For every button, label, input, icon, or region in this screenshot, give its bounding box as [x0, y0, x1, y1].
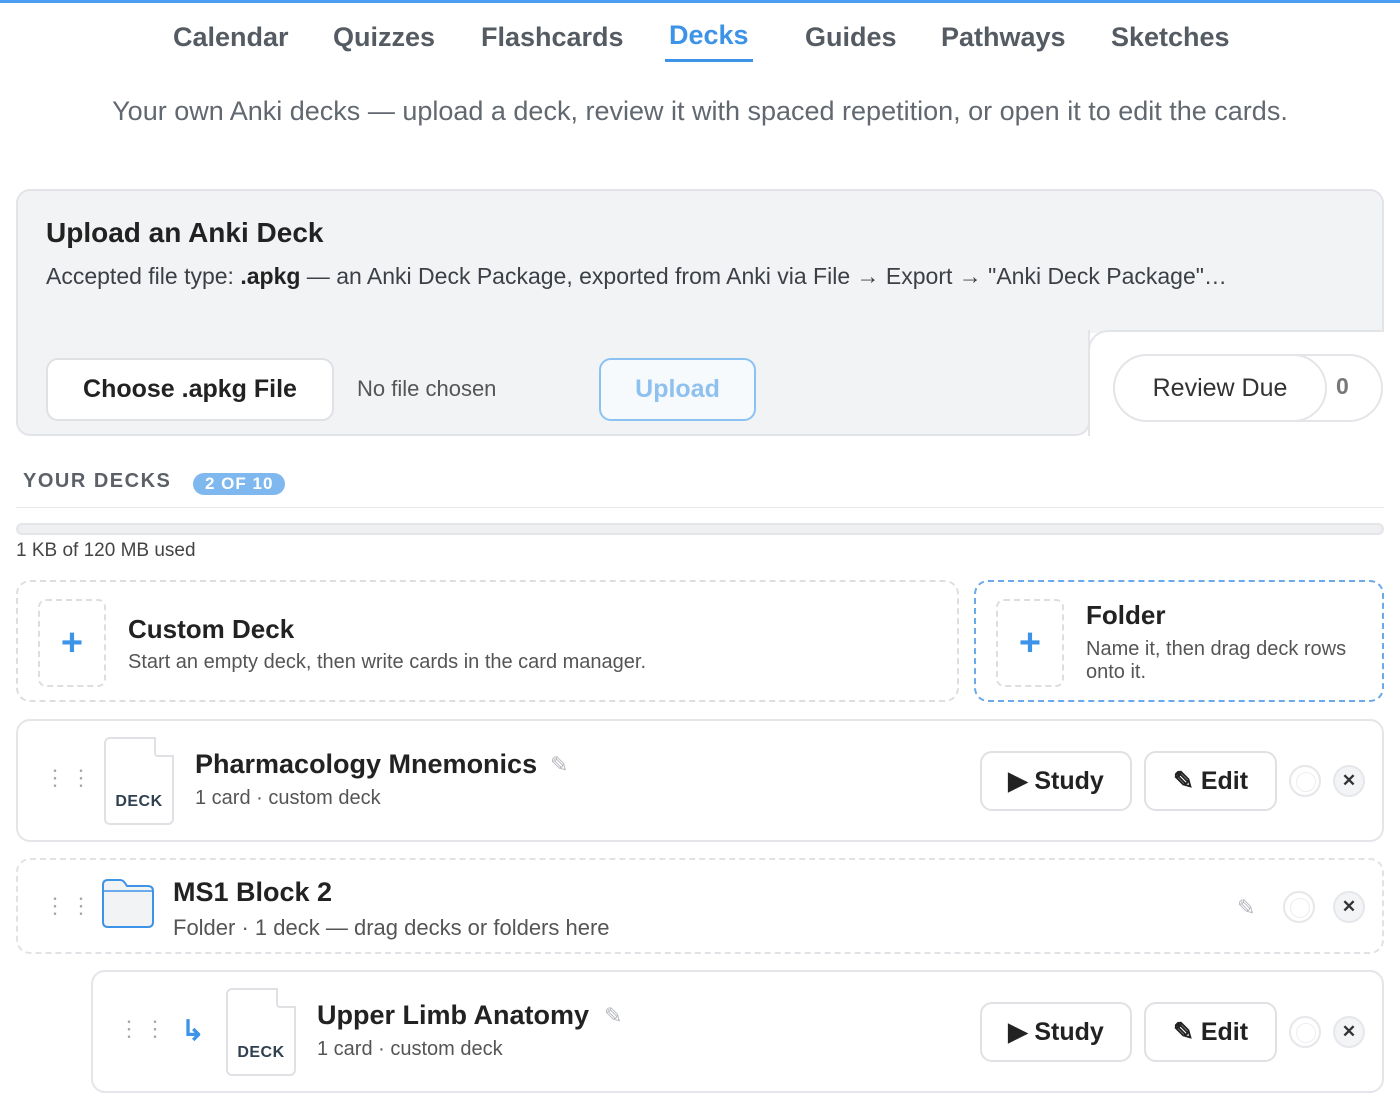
- delete-close-icon[interactable]: ✕: [1333, 1016, 1365, 1048]
- folder-title: MS1 Block 2: [173, 877, 333, 907]
- upload-description: Accepted file type: .apkg — an Anki Deck…: [46, 263, 1227, 290]
- top-accent-bar: [0, 0, 1400, 3]
- deck-icon-label: DECK: [237, 1044, 285, 1061]
- tab-flashcards[interactable]: Flashcards: [481, 22, 624, 61]
- decks-heading: YOUR DECKS: [23, 470, 172, 492]
- tab-calendar[interactable]: Calendar: [173, 22, 289, 61]
- custom-deck-description: Start an empty deck, then write cards in…: [128, 651, 647, 673]
- review-due-count: 0: [1336, 373, 1349, 399]
- deck-meta: 1 card · custom deck: [195, 787, 381, 809]
- choose-file-button[interactable]: Choose .apkg File: [46, 358, 334, 421]
- decks-count-badge: 2 OF 10: [193, 473, 286, 495]
- delete-close-icon[interactable]: ✕: [1333, 891, 1365, 923]
- deck-icon-label: DECK: [115, 793, 163, 810]
- storage-usage-text: 1 KB of 120 MB used: [16, 540, 196, 561]
- review-due-label[interactable]: Review Due: [1113, 354, 1327, 422]
- file-status: No file chosen: [357, 376, 497, 401]
- deck-file-icon: DECK: [226, 987, 297, 1076]
- folder-card-title: Folder: [1086, 600, 1166, 630]
- rename-pencil-icon[interactable]: ✎: [604, 1003, 622, 1029]
- tab-sketches[interactable]: Sketches: [1111, 22, 1230, 61]
- deck-row-child[interactable]: ⋮⋮ ↳ DECK Upper Limb Anatomy ✎ 1 card · …: [91, 970, 1384, 1093]
- drag-handle-icon[interactable]: ⋮⋮: [44, 895, 96, 917]
- upload-button[interactable]: Upload: [599, 358, 756, 421]
- tab-pathways[interactable]: Pathways: [941, 22, 1066, 61]
- study-button[interactable]: ▶ Study: [980, 1002, 1132, 1062]
- create-folder-card[interactable]: + Folder Name it, then drag deck rows on…: [974, 580, 1384, 702]
- rename-pencil-icon[interactable]: ✎: [550, 752, 568, 778]
- rename-pencil-icon[interactable]: ✎: [1237, 895, 1255, 921]
- upload-title: Upload an Anki Deck: [46, 217, 324, 248]
- upload-desc-suffix: — an Anki Deck Package, exported from An…: [300, 263, 1227, 289]
- tab-quizzes[interactable]: Quizzes: [333, 22, 435, 61]
- study-button[interactable]: ▶ Study: [980, 751, 1132, 811]
- upload-desc-ext: .apkg: [240, 263, 301, 289]
- folder-icon: [102, 879, 154, 928]
- folder-card-description: Name it, then drag deck rows onto it.: [1086, 638, 1347, 683]
- upload-desc-prefix: Accepted file type:: [46, 263, 241, 289]
- upload-panel: [16, 189, 1384, 333]
- edit-button[interactable]: ✎ Edit: [1144, 751, 1277, 811]
- drag-handle-icon[interactable]: ⋮⋮: [44, 767, 96, 789]
- select-toggle[interactable]: [1289, 765, 1321, 797]
- deck-row[interactable]: ⋮⋮ DECK Pharmacology Mnemonics ✎ 1 card …: [16, 719, 1384, 842]
- deck-file-icon: DECK: [104, 736, 175, 825]
- page-subtitle: Your own Anki decks — upload a deck, rev…: [112, 96, 1288, 126]
- select-toggle[interactable]: [1283, 891, 1315, 923]
- custom-deck-title: Custom Deck: [128, 614, 295, 644]
- edit-button[interactable]: ✎ Edit: [1144, 1002, 1277, 1062]
- drag-handle-icon[interactable]: ⋮⋮: [118, 1018, 170, 1040]
- folder-row[interactable]: ⋮⋮ MS1 Block 2 Folder · 1 deck — drag de…: [16, 858, 1384, 954]
- delete-close-icon[interactable]: ✕: [1333, 765, 1365, 797]
- folder-meta: Folder · 1 deck — drag decks or folders …: [173, 915, 610, 940]
- create-custom-deck-card[interactable]: + Custom Deck Start an empty deck, then …: [16, 580, 959, 702]
- tab-decks[interactable]: Decks: [665, 20, 753, 62]
- deck-title: Pharmacology Mnemonics: [195, 749, 538, 779]
- plus-icon: +: [996, 599, 1064, 687]
- select-toggle[interactable]: [1289, 1016, 1321, 1048]
- storage-progress-bar: [16, 523, 1384, 535]
- plus-icon: +: [38, 599, 106, 687]
- heading-divider: [16, 507, 1384, 508]
- nested-arrow-icon: ↳: [181, 1015, 205, 1046]
- main-nav: Calendar Quizzes Flashcards Decks Guides…: [0, 20, 1400, 70]
- deck-title: Upper Limb Anatomy: [317, 1000, 590, 1030]
- deck-meta: 1 card · custom deck: [317, 1038, 503, 1060]
- tab-guides[interactable]: Guides: [805, 22, 897, 61]
